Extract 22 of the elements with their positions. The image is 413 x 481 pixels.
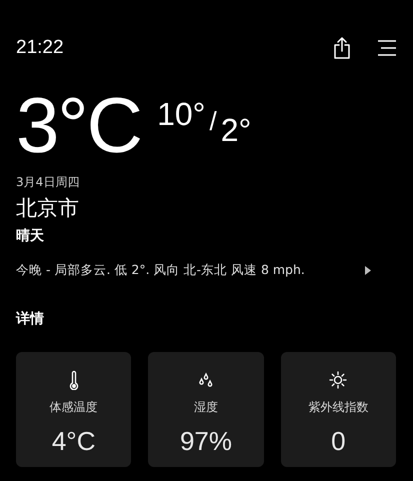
detail-label: 体感温度 [50, 398, 98, 416]
current-temperature: 3°C [16, 92, 142, 158]
share-icon[interactable] [333, 37, 351, 59]
detail-value: 97% [180, 424, 232, 458]
weather-condition: 晴天 [16, 229, 45, 243]
forecast-text: 今晚 - 局部多云. 低 2°. 风向 北-东北 风速 8 mph. [16, 261, 305, 279]
droplets-icon [198, 372, 214, 388]
detail-label: 紫外线指数 [308, 398, 368, 416]
thermometer-icon [68, 370, 79, 390]
city-name: 北京市 [16, 198, 80, 219]
detail-value: 4°C [52, 424, 96, 458]
play-icon[interactable] [365, 266, 371, 275]
details-heading: 详情 [16, 312, 45, 326]
menu-icon[interactable] [377, 40, 397, 56]
temperature-separator: / [209, 108, 217, 134]
date-label: 3月4日周四 [16, 176, 80, 188]
high-temperature: 10° [157, 98, 206, 130]
low-temperature: 2° [220, 114, 252, 146]
detail-value: 0 [331, 424, 346, 458]
status-time: 21:22 [16, 36, 64, 60]
detail-label: 湿度 [194, 398, 218, 416]
sun-icon [329, 370, 348, 389]
